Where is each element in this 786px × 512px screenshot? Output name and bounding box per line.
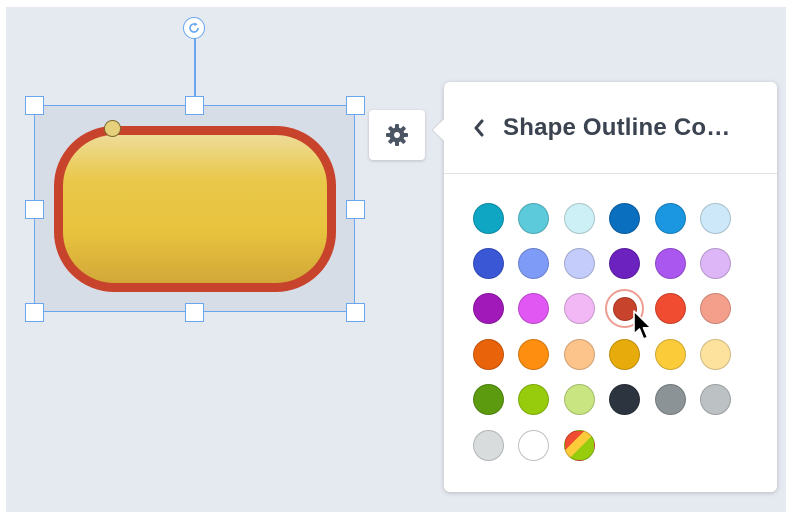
color-swatch-orange[interactable] <box>518 338 549 370</box>
color-swatch-lavender[interactable] <box>700 247 731 279</box>
color-swatch-gold[interactable] <box>609 338 640 370</box>
color-swatch-peach[interactable] <box>563 338 595 370</box>
rotate-icon <box>189 22 199 33</box>
color-swatch-periwinkle[interactable] <box>518 247 549 279</box>
color-swatch-pink-pale[interactable] <box>563 293 595 325</box>
color-swatch-red-orange[interactable] <box>654 293 686 325</box>
shape-outline-color-panel: Shape Outline Co… <box>433 82 777 492</box>
color-swatch-yellow-pale[interactable] <box>700 338 731 370</box>
color-swatch-teal[interactable] <box>472 202 504 234</box>
rotate-connector <box>194 38 196 96</box>
color-swatch-violet[interactable] <box>609 247 640 279</box>
resize-handle-bottom-left[interactable] <box>25 303 44 322</box>
gear-icon <box>386 124 408 146</box>
color-swatch-lime[interactable] <box>518 384 549 416</box>
color-swatch-gray-pale[interactable] <box>472 429 504 461</box>
resize-handle-bottom[interactable] <box>185 303 204 322</box>
color-swatch-blue[interactable] <box>654 202 686 234</box>
resize-handle-left[interactable] <box>25 200 44 219</box>
color-swatch-lime-pale[interactable] <box>563 384 595 416</box>
color-swatch-yellow[interactable] <box>654 338 686 370</box>
color-swatch-charcoal[interactable] <box>609 384 640 416</box>
color-swatch-gray[interactable] <box>654 384 686 416</box>
color-swatch-purple[interactable] <box>654 247 686 279</box>
color-swatch-blue-pale[interactable] <box>700 202 731 234</box>
corner-radius-handle[interactable] <box>104 120 121 137</box>
color-swatch-salmon[interactable] <box>700 293 731 325</box>
rotate-handle[interactable] <box>183 17 205 39</box>
color-swatch-periwinkle-pale[interactable] <box>563 247 595 279</box>
color-swatch-magenta[interactable] <box>518 293 549 325</box>
panel-header: Shape Outline Co… <box>444 82 777 174</box>
resize-handle-top-right[interactable] <box>346 96 365 115</box>
back-button[interactable] <box>469 113 489 143</box>
color-swatch-blue-dark[interactable] <box>609 202 640 234</box>
color-swatch-teal-light[interactable] <box>518 202 549 234</box>
resize-handle-right[interactable] <box>346 200 365 219</box>
chevron-left-icon <box>474 119 484 136</box>
resize-handle-bottom-right[interactable] <box>346 303 365 322</box>
mouse-cursor-icon <box>633 310 652 340</box>
color-swatch-indigo[interactable] <box>472 247 504 279</box>
panel-title: Shape Outline Co… <box>503 113 731 141</box>
color-swatch-green-dark[interactable] <box>472 384 504 416</box>
selected-shape[interactable] <box>54 126 336 292</box>
color-swatch-gray-light[interactable] <box>700 384 731 416</box>
color-swatch-magenta-dark[interactable] <box>472 293 504 325</box>
color-swatch-teal-pale[interactable] <box>563 202 595 234</box>
color-swatch-multicolor[interactable] <box>563 429 595 461</box>
color-swatch-white[interactable] <box>518 429 549 461</box>
resize-handle-top-left[interactable] <box>25 96 44 115</box>
shape-settings-button[interactable] <box>369 110 425 160</box>
color-swatch-orange-dark[interactable] <box>472 338 504 370</box>
resize-handle-top[interactable] <box>185 96 204 115</box>
